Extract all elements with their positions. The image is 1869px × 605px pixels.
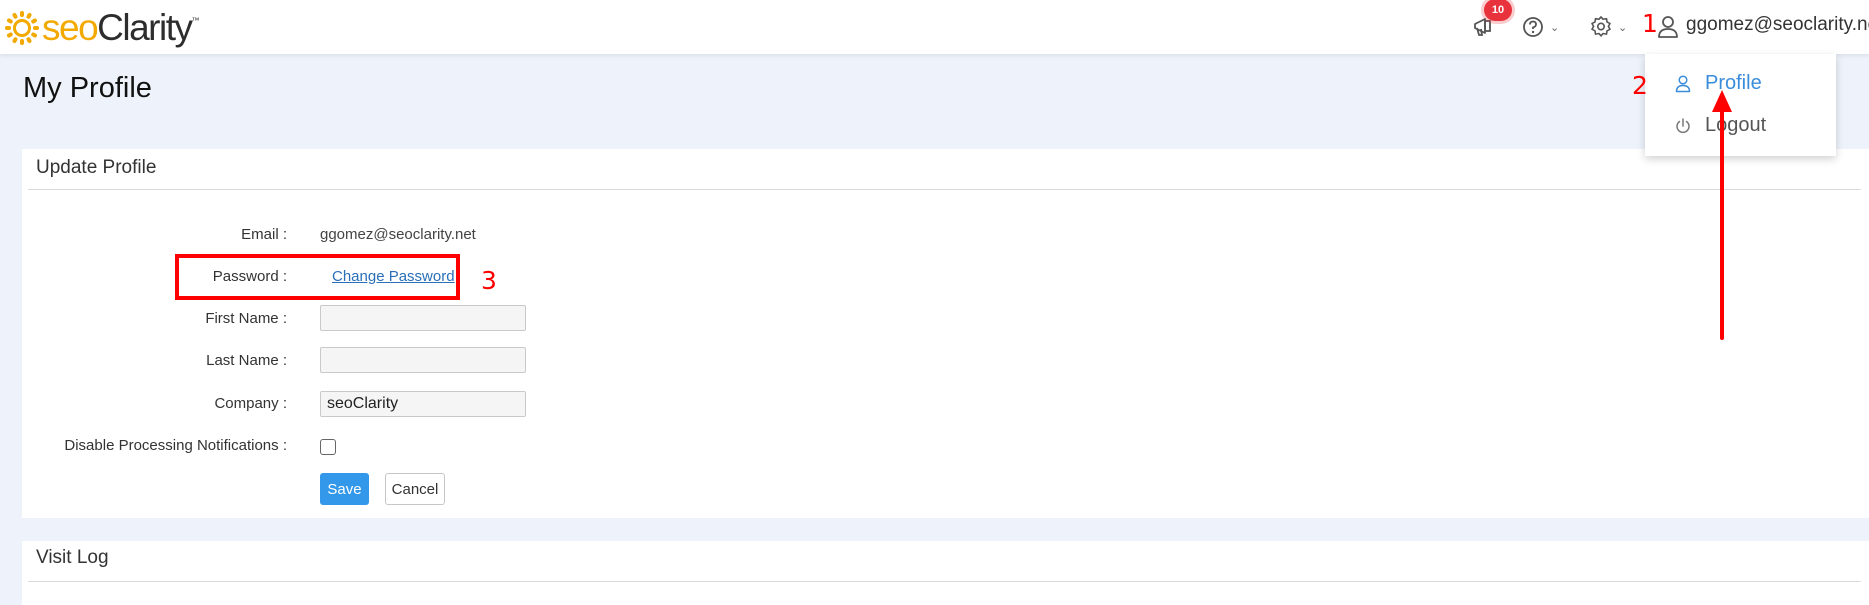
- chevron-down-icon: ⌄: [1550, 21, 1560, 34]
- annotation-step-3: 3: [481, 266, 497, 295]
- update-profile-panel: Update Profile Email : ggomez@seoclarity…: [22, 149, 1869, 518]
- email-value: ggomez@seoclarity.net: [320, 226, 476, 243]
- first-name-label: First Name :: [205, 310, 287, 327]
- first-name-input[interactable]: [320, 305, 526, 331]
- help-icon: [1523, 17, 1543, 37]
- annotation-arrow: [1712, 90, 1732, 340]
- logo-text-clarity: Clarity: [97, 7, 193, 48]
- user-dropdown-menu: Profile Logout: [1645, 54, 1836, 156]
- help-menu-button[interactable]: ⌄: [1522, 12, 1559, 42]
- chevron-down-icon: ⌄: [1618, 21, 1628, 34]
- annotation-highlight-box: [175, 254, 460, 300]
- last-name-label: Last Name :: [206, 352, 287, 369]
- seoclarity-logo[interactable]: seo Clarity ™: [4, 6, 200, 50]
- panel-divider: [28, 581, 1861, 582]
- user-icon: [1658, 16, 1678, 38]
- gear-icon: [1591, 16, 1611, 37]
- annotation-step-1: 1: [1642, 9, 1658, 38]
- email-label: Email :: [241, 226, 287, 243]
- settings-menu-button[interactable]: ⌄: [1590, 12, 1627, 42]
- user-menu-button[interactable]: [1657, 12, 1679, 42]
- save-button[interactable]: Save: [320, 473, 369, 505]
- company-label: Company :: [214, 395, 287, 412]
- power-icon: [1676, 117, 1690, 133]
- company-input[interactable]: [320, 391, 526, 417]
- user-email[interactable]: ggomez@seoclarity.net: [1686, 14, 1869, 36]
- user-icon: [1675, 74, 1691, 92]
- panel-divider: [28, 189, 1861, 190]
- logo-text-seo: seo: [42, 7, 99, 48]
- panel-title-update-profile: Update Profile: [36, 157, 157, 178]
- top-navbar: seo Clarity ™ 10 ⌄ ⌄ ggomez@seoclarity.net: [0, 0, 1869, 54]
- panel-title-visit-log: Visit Log: [36, 547, 109, 568]
- sun-logo-icon: [5, 11, 39, 45]
- notification-count-badge: 10: [1484, 0, 1512, 21]
- last-name-input[interactable]: [320, 347, 526, 373]
- logo-trademark: ™: [191, 16, 200, 25]
- visit-log-panel: Visit Log: [22, 541, 1869, 605]
- disable-notifications-checkbox[interactable]: [320, 439, 336, 455]
- cancel-button[interactable]: Cancel: [385, 473, 445, 505]
- annotation-step-2: 2: [1632, 71, 1648, 100]
- disable-notifications-label: Disable Processing Notifications :: [64, 437, 287, 454]
- page-title: My Profile: [23, 72, 152, 104]
